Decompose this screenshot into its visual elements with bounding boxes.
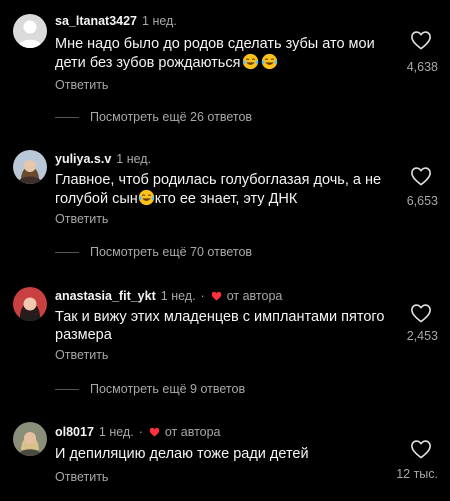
author-liked-label: от автора [226,289,283,303]
comment-text: И депиляцию делаю тоже ради детей [55,445,385,463]
timestamp: 1 нед. [98,425,134,439]
separator-dot: · [138,425,143,439]
comment-meta: ol8017 1 нед. · от автора [55,425,221,439]
view-more-replies-button[interactable]: Посмотреть ещё 26 ответов [55,110,252,124]
avatar[interactable] [13,287,47,321]
reply-button[interactable]: Ответить [55,78,108,92]
face-with-tears-of-joy-icon [243,53,259,70]
comment-text-body: Мне надо было до родов сделать зубы ато … [55,36,375,71]
comment-text-body: И депиляцию делаю тоже ради детей [55,446,309,462]
comment-meta: yuliya.s.v 1 нед. [55,152,151,166]
like-count: 4,638 [406,60,438,74]
divider-line [55,388,79,390]
reply-button[interactable]: Ответить [55,348,108,362]
author-liked-heart-icon [211,291,221,301]
separator-dot: · [200,289,205,303]
divider-line [55,251,79,253]
author-liked-heart-icon [149,427,160,437]
username[interactable]: anastasia_fit_ykt [55,289,156,303]
username[interactable]: ol8017 [55,425,94,439]
view-more-replies-label: Посмотреть ещё 26 ответов [90,110,253,124]
heart-outline-icon[interactable] [410,30,432,50]
avatar[interactable] [13,422,47,456]
avatar[interactable] [13,150,47,184]
username[interactable]: sa_ltanat3427 [55,14,137,28]
heart-outline-icon[interactable] [410,439,432,459]
heart-outline-icon[interactable] [410,303,432,323]
author-liked-label: от автора [164,425,221,439]
view-more-replies-button[interactable]: Посмотреть ещё 70 ответов [55,245,252,259]
face-with-tears-of-joy-icon [262,53,278,70]
heart-outline-icon[interactable] [410,166,432,186]
comment-text: Главное, чтоб родилась голубоглазая дочь… [55,171,385,208]
reply-button[interactable]: Ответить [55,470,108,484]
comment-text: Мне надо было до родов сделать зубы ато … [55,35,385,72]
like-count: 12 тыс. [396,467,438,481]
timestamp: 1 нед. [142,14,177,28]
view-more-replies-label: Посмотреть ещё 9 ответов [90,382,246,396]
divider-line [55,116,79,118]
face-with-tears-of-joy-icon [138,189,154,206]
view-more-replies-label: Посмотреть ещё 70 ответов [90,245,253,259]
timestamp: 1 нед. [116,152,152,166]
comment-meta: anastasia_fit_ykt 1 нед. · от автора [55,289,282,303]
avatar[interactable] [13,14,47,48]
comment-text-tail: кто ее знает, эту ДНК [154,191,298,207]
timestamp: 1 нед. [160,289,196,303]
reply-button[interactable]: Ответить [55,212,108,226]
view-more-replies-button[interactable]: Посмотреть ещё 9 ответов [55,382,245,396]
comment-meta: sa_ltanat3427 1 нед. [55,14,177,28]
username[interactable]: yuliya.s.v [55,152,111,166]
like-count: 2,453 [406,329,438,343]
like-count: 6,653 [406,194,438,208]
comment-text: Так и вижу этих младенцев с имплантами п… [55,308,385,344]
comment-text-body: Так и вижу этих младенцев с имплантами п… [55,309,385,343]
